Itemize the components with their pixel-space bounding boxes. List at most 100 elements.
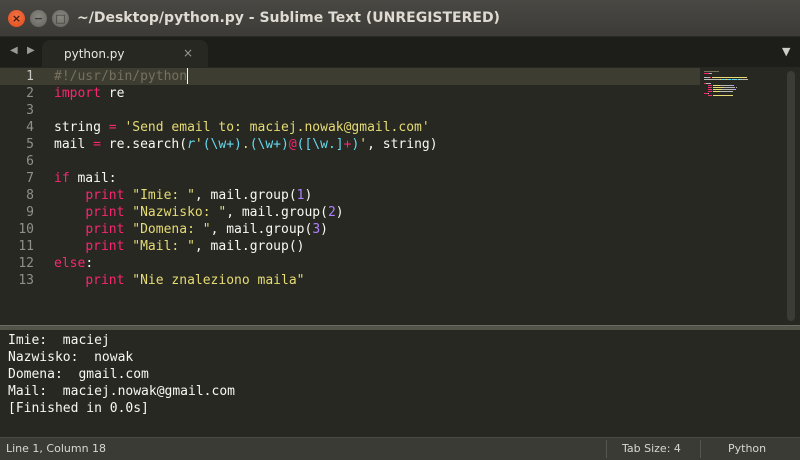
line-number: 11 (18, 239, 34, 254)
title-bar: × − □ ~/Desktop/python.py - Sublime Text… (0, 0, 800, 37)
minimap-stroke (709, 73, 713, 74)
build-output-panel: Imie: maciej Nazwisko: nowak Domena: gmail… (0, 330, 800, 434)
code-token: print (85, 205, 125, 220)
minimap-stroke (705, 83, 712, 84)
code-token: "Imie: " (132, 188, 195, 203)
code-line[interactable]: print "Mail: ", mail.group() (54, 238, 304, 255)
code-token: (\w+) (202, 137, 242, 152)
output-line: Nazwisko: nowak (8, 350, 134, 365)
code-token: , mail.group( (210, 222, 313, 237)
code-token: "Nazwisko: " (132, 205, 227, 220)
code-token: print (85, 273, 125, 288)
close-window-button[interactable]: × (8, 10, 25, 27)
line-number: 3 (26, 103, 34, 118)
vertical-scrollbar[interactable] (787, 71, 795, 321)
code-token: , mail.group() (194, 239, 305, 254)
code-token: : (85, 256, 94, 271)
tab-size-selector[interactable]: Tab Size: 4 (622, 442, 681, 455)
output-line: Mail: maciej.nowak@gmail.com (8, 384, 235, 399)
code-line[interactable]: print "Nie znaleziono maila" (54, 272, 304, 289)
syntax-selector[interactable]: Python (728, 442, 766, 455)
code-token: mail: (69, 171, 117, 186)
code-line[interactable]: print "Imie: ", mail.group(1) (54, 187, 312, 204)
tab-python-py[interactable]: python.py × (42, 40, 208, 67)
code-token: . (241, 137, 250, 152)
code-token: else (54, 256, 86, 271)
code-token: , mail.group( (194, 188, 297, 203)
minimap-stroke (707, 87, 713, 88)
window-title: ~/Desktop/python.py - Sublime Text (UNRE… (77, 10, 500, 26)
tab-close-icon[interactable]: × (183, 46, 193, 60)
minimap-stroke (707, 89, 713, 90)
minimap-stroke (712, 77, 748, 78)
minimap-stroke (713, 95, 733, 96)
minimap-stroke (713, 91, 721, 92)
tab-bar: ◀ ▶ python.py × ▼ (0, 37, 800, 67)
minimap-stroke (720, 91, 733, 92)
minimap-stroke (734, 89, 736, 90)
code-token: , mail.group( (226, 205, 328, 220)
code-token: if (54, 171, 70, 186)
minimap-stroke (713, 87, 724, 88)
code-token: ' (359, 137, 368, 152)
line-number: 10 (18, 222, 34, 237)
output-line: Imie: maciej (8, 333, 110, 348)
code-token: = (93, 137, 101, 152)
code-line[interactable]: else: (54, 255, 93, 272)
minimap-stroke (704, 71, 720, 72)
code-token: ' (194, 137, 203, 152)
code-token: , string) (367, 137, 438, 152)
text-cursor (187, 68, 189, 84)
output-line: Domena: gmail.com (8, 367, 149, 382)
code-token: 'Send email to: maciej.nowak@gmail.com' (124, 120, 430, 135)
code-token: ) (304, 188, 313, 203)
tab-scroll-right-icon[interactable]: ▶ (27, 45, 35, 56)
code-token: string (54, 120, 109, 135)
code-line[interactable]: if mail: (54, 170, 117, 187)
code-line[interactable]: string = 'Send email to: maciej.nowak@gm… (54, 119, 430, 136)
tab-scroll-left-icon[interactable]: ◀ (10, 45, 18, 56)
cursor-position: Line 1, Column 18 (6, 442, 107, 455)
tab-list-dropdown-icon[interactable]: ▼ (782, 45, 790, 58)
minimap-stroke (707, 95, 713, 96)
line-number: 5 (26, 137, 34, 152)
tab-label: python.py (64, 47, 125, 61)
minimap-stroke (709, 79, 720, 80)
code-token: print (85, 188, 125, 203)
code-token: @ (288, 137, 297, 152)
code-token: re (100, 86, 125, 101)
line-number: 13 (18, 273, 34, 288)
output-line: [Finished in 0.0s] (8, 401, 149, 416)
maximize-window-button[interactable]: □ (52, 10, 69, 27)
code-line[interactable]: #!/usr/bin/python (54, 68, 187, 85)
line-number: 2 (26, 86, 34, 101)
minimap[interactable] (700, 67, 784, 325)
status-bar: Line 1, Column 18 Tab Size: 4 Python (0, 437, 800, 460)
line-number: 12 (18, 256, 34, 271)
code-line[interactable]: import re (54, 85, 124, 102)
code-token: #!/usr/bin/python (54, 69, 188, 84)
code-token: mail (54, 137, 94, 152)
code-token: "Mail: " (132, 239, 195, 254)
line-number: 1 (26, 69, 34, 84)
code-line[interactable]: print "Nazwisko: ", mail.group(2) (54, 204, 344, 221)
minimap-stroke (713, 85, 721, 86)
status-divider (700, 440, 701, 458)
minimap-stroke (707, 91, 713, 92)
minimize-window-button[interactable]: − (30, 10, 47, 27)
minimap-stroke (713, 89, 722, 90)
code-line[interactable]: mail = re.search(r'(\w+).(\w+)@([\w.]+)'… (54, 136, 438, 153)
code-editor[interactable]: 1 2 3 4 5 6 7 8 9 10 11 12 13 #!/usr/bin/python impor… (0, 67, 800, 325)
code-token: = (108, 120, 117, 135)
code-line[interactable]: print "Domena: ", mail.group(3) (54, 221, 328, 238)
code-token: 2 (327, 205, 336, 220)
minimap-stroke (722, 89, 734, 90)
line-number: 4 (26, 120, 34, 135)
code-token: ) (335, 205, 344, 220)
minimap-stroke (723, 87, 736, 88)
